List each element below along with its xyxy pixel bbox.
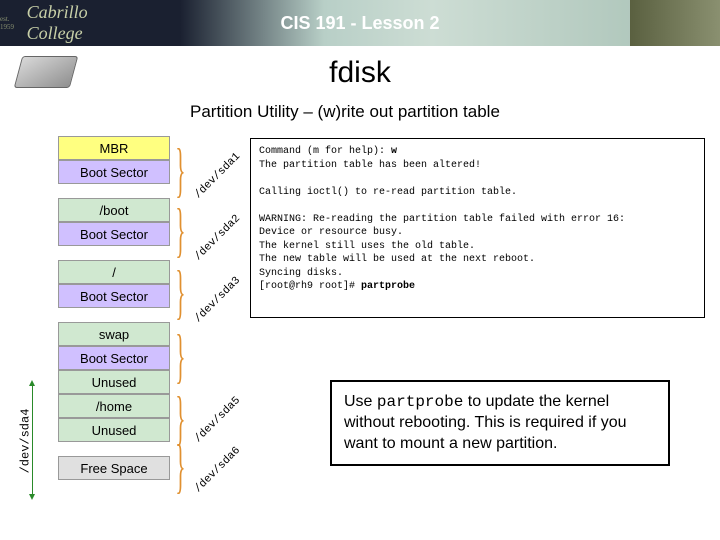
label-sda6: /dev/sda6 xyxy=(192,445,243,496)
label-sda1: /dev/sda1 xyxy=(192,151,243,202)
sda4-label-container: /dev/sda4 xyxy=(15,394,29,486)
term-l9b: partprobe xyxy=(361,281,415,292)
block-free: Free Space xyxy=(58,456,170,480)
label-sda3: /dev/sda3 xyxy=(192,275,243,326)
note-p2: partprobe xyxy=(377,393,463,411)
term-l2: The partition table has been altered! xyxy=(259,160,481,171)
block-bootsector-3: Boot Sector xyxy=(58,284,170,308)
term-l1a: Command (m for help): xyxy=(259,146,391,157)
block-bootsector-2: Boot Sector xyxy=(58,222,170,246)
gap xyxy=(58,246,170,260)
block-bootsector-1: Boot Sector xyxy=(58,160,170,184)
gap xyxy=(58,442,170,456)
gap xyxy=(58,308,170,322)
label-sda5: /dev/sda5 xyxy=(192,395,243,446)
college-logo: est. 1959 Cabrillo College xyxy=(0,0,140,46)
block-mbr: MBR xyxy=(58,136,170,160)
brace-6: } xyxy=(175,432,185,501)
block-root: / xyxy=(58,260,170,284)
brace-1: } xyxy=(175,136,185,205)
logo-text: Cabrillo College xyxy=(27,2,140,44)
term-l5: Device or resource busy. xyxy=(259,227,403,238)
page-subtitle: Partition Utility – (w)rite out partitio… xyxy=(190,102,500,122)
term-l3: Calling ioctl() to re-read partition tab… xyxy=(259,187,517,198)
lesson-title: CIS 191 - Lesson 2 xyxy=(280,13,439,34)
block-boot: /boot xyxy=(58,198,170,222)
term-l4: WARNING: Re-reading the partition table … xyxy=(259,214,625,225)
brace-3: } xyxy=(175,258,185,327)
block-bootsector-4: Boot Sector xyxy=(58,346,170,370)
header-banner: est. 1959 Cabrillo College CIS 191 - Les… xyxy=(0,0,720,46)
term-l1b: w xyxy=(391,146,397,157)
term-l9a: [root@rh9 root]# xyxy=(259,281,361,292)
term-l6: The kernel still uses the old table. xyxy=(259,241,475,252)
brace-2: } xyxy=(175,196,185,265)
block-unused-2: Unused xyxy=(58,418,170,442)
term-l8: Syncing disks. xyxy=(259,268,343,279)
banner-photo xyxy=(630,0,720,46)
block-unused-1: Unused xyxy=(58,370,170,394)
note-box: Use partprobe to update the kernel witho… xyxy=(330,380,670,466)
block-swap: swap xyxy=(58,322,170,346)
term-l7: The new table will be used at the next r… xyxy=(259,254,535,265)
label-sda4: /dev/sda4 xyxy=(18,409,32,474)
brace-4: } xyxy=(175,322,185,391)
note-p1: Use xyxy=(344,393,377,410)
block-home: /home xyxy=(58,394,170,418)
partition-stack: MBR Boot Sector /boot Boot Sector / Boot… xyxy=(58,136,170,480)
terminal-output: Command (m for help): w The partition ta… xyxy=(250,138,705,318)
gap xyxy=(58,184,170,198)
logo-est: est. 1959 xyxy=(0,15,24,31)
page-title: fdisk xyxy=(0,56,720,90)
label-sda2: /dev/sda2 xyxy=(192,213,243,264)
